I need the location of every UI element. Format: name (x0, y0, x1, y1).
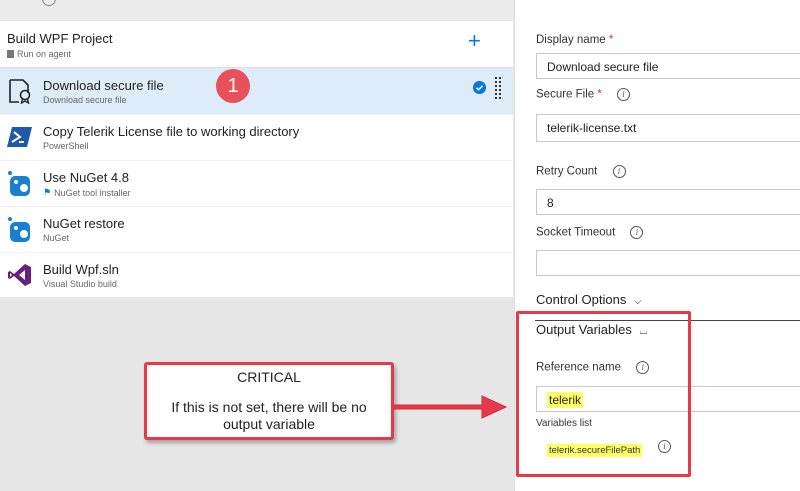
partial-icon (42, 0, 56, 6)
control-options-toggle[interactable]: Control Options ⌵ (536, 292, 642, 307)
task-subtitle-row: NuGet (43, 233, 69, 243)
socket-timeout-label-text: Socket Timeout (536, 226, 616, 239)
task-nuget-restore[interactable]: NuGet restore NuGet (0, 206, 513, 253)
task-list: Build WPF Project Run on agent + Downloa… (0, 21, 513, 297)
info-icon[interactable]: i (617, 88, 631, 101)
socket-timeout-input[interactable] (536, 250, 800, 276)
task-subtitle: NuGet tool installer (54, 187, 131, 198)
info-icon[interactable]: i (630, 226, 644, 239)
phase-subtitle-row: Run on agent (7, 49, 71, 59)
chevron-down-icon: ⌵ (633, 296, 642, 307)
nuget-icon (8, 217, 30, 242)
retry-count-label: Retry Count i (536, 165, 626, 178)
info-icon[interactable]: i (612, 165, 626, 178)
retry-count-input[interactable]: 8 (536, 189, 800, 215)
secure-file-icon (9, 79, 31, 104)
top-strip (0, 0, 513, 20)
task-build-wpf[interactable]: Build Wpf.sln Visual Studio build (0, 252, 513, 298)
flag-icon: ⚑ (43, 187, 52, 197)
powershell-icon (7, 127, 32, 147)
socket-timeout-label: Socket Timeout i (536, 226, 644, 239)
task-copy-telerik-license[interactable]: Copy Telerik License file to working dir… (0, 114, 513, 161)
required-mark: * (608, 34, 614, 46)
add-task-button[interactable]: + (468, 30, 481, 52)
task-subtitle: PowerShell (43, 141, 89, 151)
annotation-highlight-box (516, 311, 691, 477)
task-subtitle-row: PowerShell (43, 141, 89, 151)
step-number-badge: 1 (216, 69, 250, 103)
display-name-input[interactable]: Download secure file (536, 53, 800, 79)
callout-title: CRITICAL (237, 369, 301, 385)
phase-subtitle: Run on agent (17, 49, 72, 59)
secure-file-label: Secure File * i (536, 88, 631, 101)
task-name: Build Wpf.sln (43, 262, 119, 277)
critical-callout: CRITICAL If this is not set, there will … (144, 362, 394, 440)
task-subtitle: NuGet (43, 233, 70, 243)
task-download-secure-file[interactable]: Download secure file Download secure fil… (0, 68, 513, 115)
secure-file-select[interactable]: telerik-license.txt (536, 114, 800, 142)
annotation-arrow-icon (394, 395, 508, 419)
task-name: Use NuGet 4.8 (43, 170, 129, 185)
control-options-text: Control Options (536, 292, 627, 307)
task-name: Download secure file (43, 78, 164, 93)
task-subtitle-row: Download secure file (43, 95, 127, 105)
task-subtitle: Visual Studio build (43, 279, 117, 289)
task-use-nuget[interactable]: Use NuGet 4.8 ⚑ NuGet tool installer (0, 160, 513, 207)
secure-file-label-text: Secure File (536, 88, 595, 101)
nuget-icon (8, 171, 30, 196)
visual-studio-icon (8, 264, 31, 286)
task-subtitle-row: ⚑ NuGet tool installer (43, 187, 131, 198)
task-name: Copy Telerik License file to working dir… (43, 124, 300, 139)
retry-count-label-text: Retry Count (536, 165, 598, 178)
task-subtitle: Download secure file (43, 95, 127, 105)
phase-header[interactable]: Build WPF Project Run on agent + (0, 21, 513, 68)
task-name: NuGet restore (43, 216, 125, 231)
drag-handle-icon[interactable] (499, 75, 505, 101)
display-name-label: Display name * (536, 34, 613, 46)
agent-icon (7, 50, 14, 58)
task-subtitle-row: Visual Studio build (43, 279, 117, 289)
checkmark-icon (473, 81, 486, 94)
phase-title: Build WPF Project (7, 31, 113, 46)
display-name-label-text: Display name (536, 34, 606, 46)
required-mark: * (597, 88, 602, 101)
callout-body: If this is not set, there will be no out… (171, 399, 367, 432)
